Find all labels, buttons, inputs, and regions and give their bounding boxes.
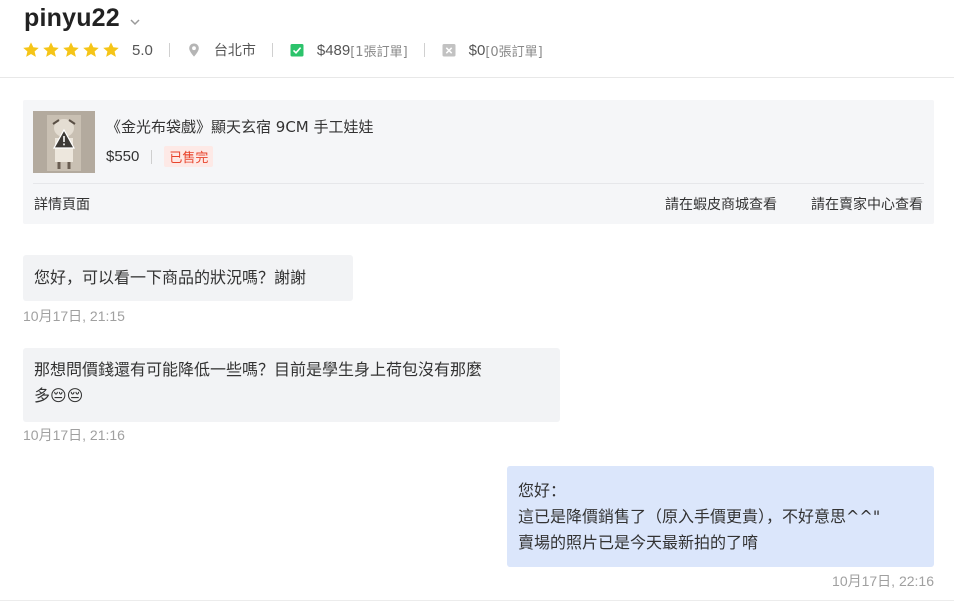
message-text: 賣場的照片已是今天最新拍的了唷 xyxy=(518,533,759,552)
divider xyxy=(168,43,170,57)
star-icon xyxy=(63,42,79,57)
product-price-row: $550 已售完 xyxy=(106,146,214,167)
message-bubble: 您好，可以看一下商品的狀況嗎？謝謝 xyxy=(23,255,353,301)
product-title[interactable]: 《金光布袋戲》顯天玄宿 9CM 手工娃娃 xyxy=(106,116,374,137)
message-text: 那想問價錢還有可能降低一些嗎？目前是學生身上荷包沒有那麼 xyxy=(34,360,483,379)
sold-out-badge: 已售完 xyxy=(164,146,214,167)
cancelled-orders-value: $0 xyxy=(468,41,486,59)
completed-orders-value: $489 xyxy=(316,41,351,59)
star-icon xyxy=(83,42,99,57)
card-divider xyxy=(33,183,924,184)
message-bubble: 您好： 這已是降價銷售了（原入手價更貴），不好意思^^" 賣場的照片已是今天最新… xyxy=(507,466,934,567)
product-detail-link[interactable]: 詳情頁面 xyxy=(34,194,90,214)
star-icon xyxy=(23,42,39,57)
message-text: 您好，可以看一下商品的狀況嗎？謝謝 xyxy=(34,268,307,287)
view-in-seller-center-link[interactable]: 請在賣家中心查看 xyxy=(811,194,923,214)
divider xyxy=(0,600,954,601)
message-timestamp: 10月17日, 21:16 xyxy=(23,427,125,443)
product-price: $550 xyxy=(106,148,140,165)
divider xyxy=(271,43,273,57)
view-in-shopee-mall-link[interactable]: 請在蝦皮商城查看 xyxy=(665,194,777,214)
check-box-icon xyxy=(290,44,304,57)
rating-stars xyxy=(22,41,120,59)
completed-orders-count: [1張訂單] xyxy=(350,44,408,60)
cancel-box-icon xyxy=(442,44,456,57)
divider xyxy=(423,43,425,57)
product-card: 《金光布袋戲》顯天玄宿 9CM 手工娃娃 $550 已售完 詳情頁面 請在蝦皮商… xyxy=(23,100,934,224)
divider xyxy=(151,149,153,164)
message-text: 多😔😔 xyxy=(34,386,84,405)
message-timestamp: 10月17日, 22:16 xyxy=(832,573,934,589)
star-icon xyxy=(103,42,119,57)
seller-meta: 5.0 台北市 $489 [1張訂單] $0 [0張訂單] xyxy=(22,40,543,60)
message-text: 這已是降價銷售了（原入手價更貴），不好意思^^" xyxy=(518,507,881,526)
product-thumbnail[interactable] xyxy=(33,111,95,173)
star-icon xyxy=(43,42,59,57)
message-bubble: 那想問價錢還有可能降低一些嗎？目前是學生身上荷包沒有那麼 多😔😔 xyxy=(23,348,560,422)
chat-header: pinyu22 5.0 台北市 $489 [1張訂單] $0 [0張訂單] xyxy=(0,0,954,78)
seller-location: 台北市 xyxy=(213,43,256,59)
rating-value: 5.0 xyxy=(132,41,153,59)
username[interactable]: pinyu22 xyxy=(24,4,120,33)
location-pin-icon xyxy=(189,43,199,57)
chevron-down-icon[interactable] xyxy=(130,11,140,30)
message-timestamp: 10月17日, 21:15 xyxy=(23,308,125,324)
username-row[interactable]: pinyu22 xyxy=(24,4,140,33)
cancelled-orders-count: [0張訂單] xyxy=(485,44,543,60)
message-text: 您好： xyxy=(518,481,567,500)
